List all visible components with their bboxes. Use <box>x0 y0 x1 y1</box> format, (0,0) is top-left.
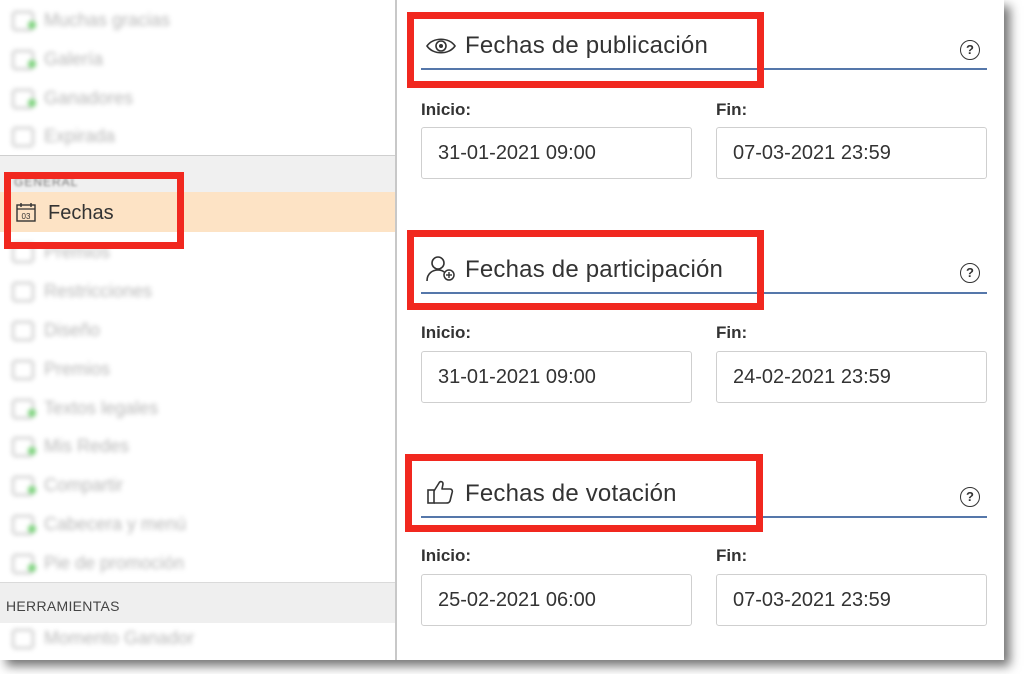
user-icon <box>8 47 36 71</box>
help-icon[interactable]: ? <box>960 487 980 507</box>
check-icon <box>8 8 36 32</box>
participation-end-input[interactable]: 24-02-2021 23:59 <box>716 351 987 403</box>
sidebar-item-label: Mis Redes <box>44 435 130 456</box>
sidebar-item-label: Diseño <box>44 319 101 340</box>
highlight-box-publicacion <box>407 12 764 88</box>
publication-end-input[interactable]: 07-03-2021 23:59 <box>716 127 987 179</box>
trophy-icon <box>8 86 36 110</box>
sidebar-item-diseno[interactable]: Diseño <box>8 316 100 344</box>
sidebar-item-premios[interactable]: Premios <box>8 355 110 383</box>
user-icon <box>8 124 36 148</box>
voting-end-input[interactable]: 07-03-2021 23:59 <box>716 574 987 626</box>
participation-start-input[interactable]: 31-01-2021 09:00 <box>421 351 692 403</box>
sidebar-item-expirada[interactable]: Expirada <box>8 122 115 150</box>
legal-icon <box>8 396 36 420</box>
highlight-box-participacion <box>407 230 764 310</box>
sidebar-item-label: Muchas gracias <box>44 9 171 30</box>
sidebar-item-momento-ganador[interactable]: Momento Ganador <box>8 624 194 652</box>
start-label: Inicio: <box>421 323 472 342</box>
main-panel: Fechas de publicación ? Inicio: Fin: 31-… <box>397 0 1004 660</box>
end-label: Fin: <box>716 546 748 565</box>
share-icon <box>8 473 36 497</box>
publication-start-input[interactable]: 31-01-2021 09:00 <box>421 127 692 179</box>
network-icon <box>8 434 36 458</box>
sidebar-item-mis-redes[interactable]: Mis Redes <box>8 432 129 460</box>
voting-start-input[interactable]: 25-02-2021 06:00 <box>421 574 692 626</box>
sidebar-item-label: Compartir <box>44 474 124 495</box>
page-frame: Muchas gracias Galería Ganadores Expirad… <box>0 0 1004 660</box>
sidebar: Muchas gracias Galería Ganadores Expirad… <box>0 0 397 660</box>
sidebar-item-textos-legales[interactable]: Textos legales <box>8 394 158 422</box>
help-icon[interactable]: ? <box>960 40 980 60</box>
sidebar-item-label: Pie de promoción <box>44 552 185 573</box>
sidebar-item-label: Ganadores <box>44 87 134 108</box>
section-label-tools: HERRAMIENTAS <box>6 598 120 614</box>
palette-icon <box>8 318 36 342</box>
highlight-box-fechas <box>4 172 184 249</box>
start-label: Inicio: <box>421 546 472 565</box>
sidebar-item-compartir[interactable]: Compartir <box>8 471 123 499</box>
sidebar-item-label: Galería <box>44 48 104 69</box>
sidebar-item-pie-promocion[interactable]: Pie de promoción <box>8 549 184 577</box>
sidebar-item-label: Textos legales <box>44 397 159 418</box>
clock-icon <box>8 626 36 650</box>
help-icon[interactable]: ? <box>960 263 980 283</box>
sidebar-item-label: Premios <box>44 358 111 379</box>
sidebar-item-restricciones[interactable]: Restricciones <box>8 277 152 305</box>
sidebar-item-label: Restricciones <box>44 280 153 301</box>
sidebar-item-cabecera[interactable]: Cabecera y menú <box>8 510 186 538</box>
sidebar-item-muchas-gracias[interactable]: Muchas gracias <box>8 6 170 34</box>
sidebar-item-label: Momento Ganador <box>44 627 195 648</box>
start-label: Inicio: <box>421 100 472 119</box>
gift-icon <box>8 357 36 381</box>
layout-icon <box>8 512 36 536</box>
footer-icon <box>8 551 36 575</box>
sidebar-item-label: Cabecera y menú <box>44 513 187 534</box>
sidebar-item-galeria[interactable]: Galería <box>8 45 103 73</box>
highlight-box-votacion <box>405 454 763 532</box>
end-label: Fin: <box>716 100 748 119</box>
user-icon <box>8 279 36 303</box>
sidebar-item-ganadores[interactable]: Ganadores <box>8 84 133 112</box>
end-label: Fin: <box>716 323 748 342</box>
sidebar-item-label: Expirada <box>44 125 116 146</box>
